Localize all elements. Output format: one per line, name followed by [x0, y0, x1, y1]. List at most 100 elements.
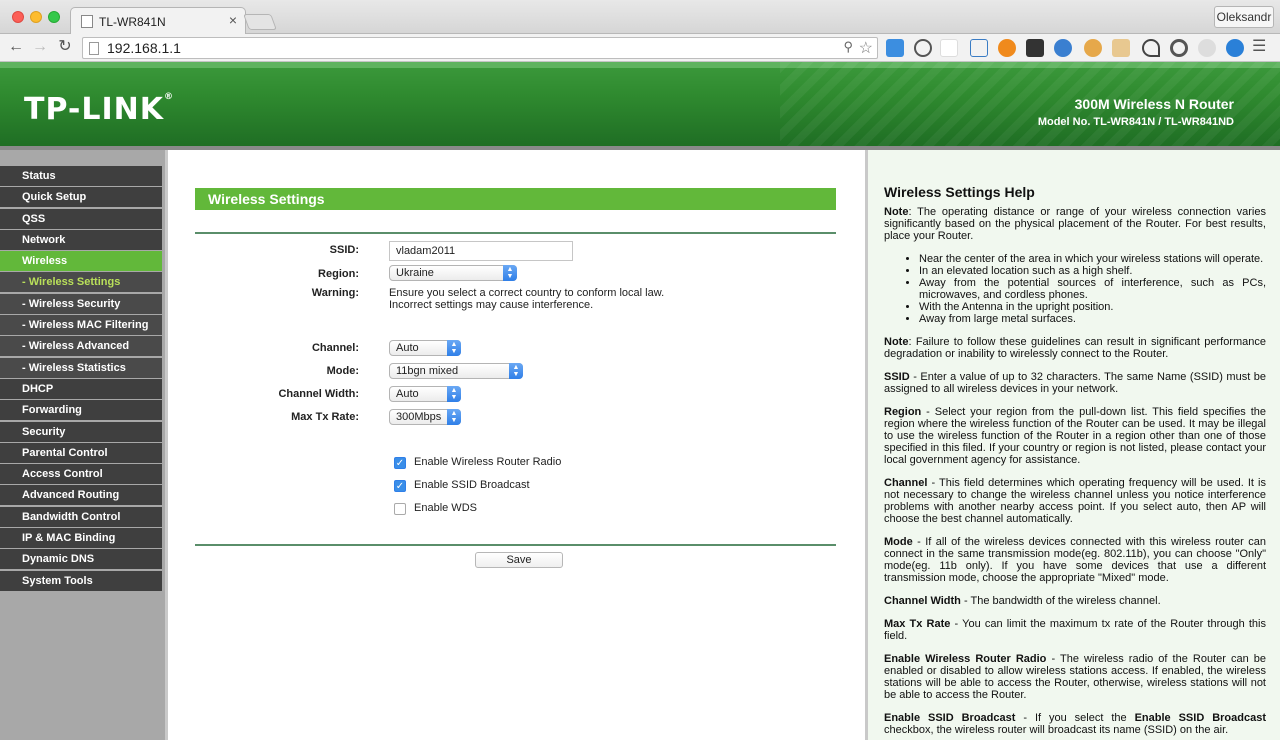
globe-extension-icon[interactable]: [1054, 39, 1072, 57]
extension-icon[interactable]: [970, 39, 988, 57]
help-content: Wireless Settings Help Note: The operati…: [884, 184, 1267, 740]
help-region: Region - Select your region from the pul…: [884, 406, 1266, 466]
page-icon: [81, 15, 93, 28]
help-channel: Channel - This field determines which op…: [884, 477, 1266, 525]
reload-icon[interactable]: ↻: [55, 37, 75, 57]
help-ssid: SSID - Enter a value of up to 32 charact…: [884, 371, 1266, 395]
help-note: Note: The operating distance or range of…: [884, 206, 1266, 242]
extension-icon[interactable]: [1170, 39, 1188, 57]
ebay-extension-icon[interactable]: [940, 39, 958, 57]
extension-icon[interactable]: [1026, 39, 1044, 57]
sidebar-item-ip-mac-binding[interactable]: IP & MAC Binding: [0, 528, 162, 549]
help-ssid-broadcast: Enable SSID Broadcast - If you select th…: [884, 712, 1267, 736]
sidebar-item-status[interactable]: Status: [0, 166, 162, 186]
browser-toolbar: ← → ↻ 192.168.1.1 ⚲ ☆ ☰: [0, 34, 1280, 62]
channel-label: Channel:: [311, 342, 359, 354]
sidebar-item-access-control[interactable]: Access Control: [0, 464, 162, 485]
warning-label: Warning:: [311, 287, 359, 299]
sidebar-item-qss[interactable]: QSS: [0, 208, 162, 229]
sidebar-item-system-tools[interactable]: System Tools: [0, 570, 162, 591]
sidebar-item-wireless-advanced[interactable]: - Wireless Advanced: [0, 336, 162, 357]
save-button[interactable]: Save: [475, 552, 563, 568]
ssid-input[interactable]: vladam2011: [389, 241, 573, 261]
sidebar-item-wireless-security[interactable]: - Wireless Security: [0, 293, 162, 314]
help-max-tx-rate: Max Tx Rate - You can limit the maximum …: [884, 618, 1266, 642]
close-window-button[interactable]: [12, 11, 24, 23]
address-bar[interactable]: 192.168.1.1 ⚲ ☆: [82, 37, 878, 59]
page-icon: [89, 42, 99, 55]
sidebar-item-wireless[interactable]: Wireless: [0, 251, 162, 272]
bookmark-star-icon[interactable]: ☆: [859, 38, 873, 58]
mode-select[interactable]: 11bgn mixed ▲ ▼: [389, 363, 523, 379]
extension-icon[interactable]: [998, 39, 1016, 57]
enable-wds-label[interactable]: Enable WDS: [414, 502, 477, 514]
max-tx-rate-label: Max Tx Rate:: [291, 411, 359, 423]
sidebar-item-quick-setup[interactable]: Quick Setup: [0, 187, 162, 208]
list-item: With the Antenna in the upright position…: [919, 301, 1266, 313]
channel-select[interactable]: Auto ▲ ▼: [389, 340, 461, 356]
warning-text-line2: Incorrect settings may cause interferenc…: [389, 299, 594, 311]
select-arrows-icon: ▲ ▼: [447, 340, 461, 356]
extension-icon[interactable]: [1112, 39, 1130, 57]
sidebar-item-bandwidth-control[interactable]: Bandwidth Control: [0, 506, 162, 527]
address-url[interactable]: 192.168.1.1: [107, 40, 181, 56]
extension-icon[interactable]: [1198, 39, 1216, 57]
select-arrows-icon: ▲ ▼: [509, 363, 523, 379]
extension-icon[interactable]: [1142, 39, 1160, 57]
sidebar-item-security[interactable]: Security: [0, 421, 162, 442]
enable-radio-checkbox[interactable]: ✓: [394, 457, 406, 469]
region-select[interactable]: Ukraine ▲ ▼: [389, 265, 517, 281]
sidebar-item-wireless-mac-filtering[interactable]: - Wireless MAC Filtering: [0, 315, 162, 336]
help-panel: Wireless Settings Help Note: The operati…: [868, 150, 1280, 740]
product-name: 300M Wireless N Router: [1074, 96, 1234, 112]
browser-titlebar: TL-WR841N × Oleksandr: [0, 0, 1280, 34]
sidebar-item-dynamic-dns[interactable]: Dynamic DNS: [0, 549, 162, 570]
router-header: TP-LINK® 300M Wireless N Router Model No…: [0, 62, 1280, 146]
channel-width-select[interactable]: Auto ▲ ▼: [389, 386, 461, 402]
sidebar-item-wireless-settings[interactable]: - Wireless Settings: [0, 272, 162, 293]
enable-ssid-broadcast-label[interactable]: Enable SSID Broadcast: [414, 479, 530, 491]
ssid-label: SSID:: [329, 244, 359, 256]
browser-tab[interactable]: TL-WR841N ×: [70, 7, 246, 34]
help-channel-width: Channel Width - The bandwidth of the wir…: [884, 595, 1161, 607]
key-icon[interactable]: ⚲: [843, 39, 853, 55]
divider: [195, 544, 836, 546]
tab-close-icon[interactable]: ×: [229, 12, 237, 28]
select-arrows-icon: ▲ ▼: [447, 386, 461, 402]
list-item: Near the center of the area in which you…: [919, 253, 1266, 265]
channel-width-label: Channel Width:: [278, 388, 359, 400]
forward-arrow-icon[interactable]: →: [30, 37, 50, 57]
list-item: In an elevated location such as a high s…: [919, 265, 1266, 277]
tp-link-logo: TP-LINK®: [24, 92, 175, 127]
maximize-window-button[interactable]: [48, 11, 60, 23]
sidebar-item-wireless-statistics[interactable]: - Wireless Statistics: [0, 357, 162, 378]
sidebar-item-forwarding[interactable]: Forwarding: [0, 400, 162, 421]
sidebar-item-dhcp[interactable]: DHCP: [0, 378, 162, 399]
profile-button[interactable]: Oleksandr: [1214, 6, 1274, 28]
browser-menu-icon[interactable]: ☰: [1252, 39, 1268, 55]
max-tx-rate-select[interactable]: 300Mbps ▲ ▼: [389, 409, 461, 425]
warning-text-line1: Ensure you select a correct country to c…: [389, 287, 665, 299]
enable-wds-checkbox[interactable]: [394, 503, 406, 515]
back-arrow-icon[interactable]: ←: [6, 37, 26, 57]
help-mode: Mode - If all of the wireless devices co…: [884, 536, 1266, 584]
help-note: Note: Failure to follow these guidelines…: [884, 336, 1266, 360]
minimize-window-button[interactable]: [30, 11, 42, 23]
divider: [195, 232, 836, 234]
extension-icon[interactable]: [1084, 39, 1102, 57]
model-number: Model No. TL-WR841N / TL-WR841ND: [1037, 116, 1234, 128]
help-placement-list: Near the center of the area in which you…: [919, 253, 1266, 325]
help-title: Wireless Settings Help: [884, 184, 1035, 200]
new-tab-button[interactable]: [243, 14, 277, 30]
list-item: Away from the potential sources of inter…: [919, 277, 1266, 301]
enable-ssid-broadcast-checkbox[interactable]: ✓: [394, 480, 406, 492]
extension-icon[interactable]: [1226, 39, 1244, 57]
sidebar-item-network[interactable]: Network: [0, 229, 162, 250]
enable-radio-label[interactable]: Enable Wireless Router Radio: [414, 456, 561, 468]
extension-icon[interactable]: [886, 39, 904, 57]
extension-icon[interactable]: [914, 39, 932, 57]
sidebar-item-parental-control[interactable]: Parental Control: [0, 442, 162, 463]
sidebar-item-advanced-routing[interactable]: Advanced Routing: [0, 485, 162, 506]
select-arrows-icon: ▲ ▼: [503, 265, 517, 281]
mode-label: Mode:: [326, 365, 359, 377]
